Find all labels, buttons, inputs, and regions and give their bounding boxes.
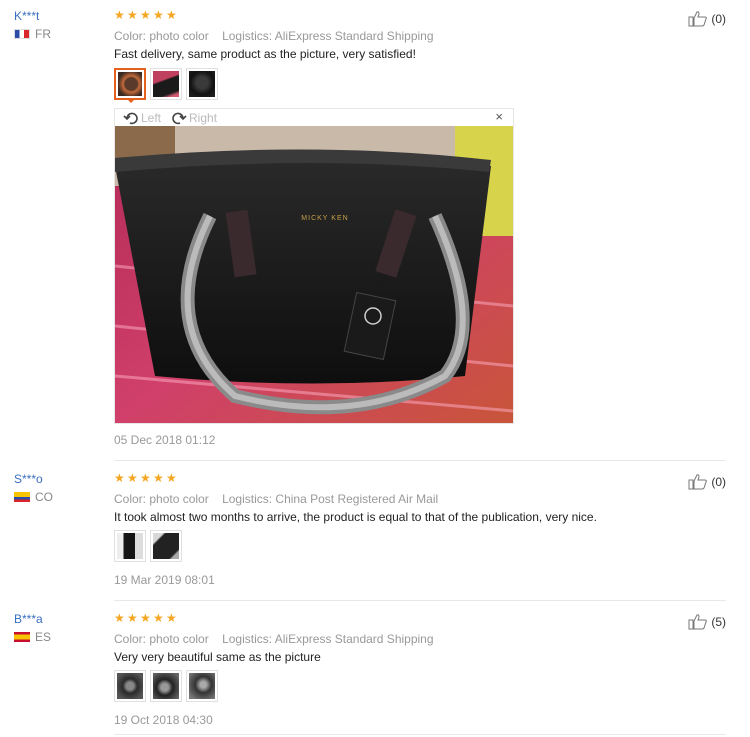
- star-rating: ★ ★ ★ ★ ★: [114, 472, 178, 484]
- color-info: Color: photo color: [114, 492, 209, 506]
- helpful-count: (0): [711, 12, 726, 26]
- star-icon: ★: [140, 8, 151, 22]
- star-icon: ★: [114, 611, 125, 625]
- review-date: 19 Oct 2018 04:30: [114, 713, 213, 727]
- star-icon: ★: [166, 611, 177, 625]
- close-icon[interactable]: ×: [495, 109, 503, 124]
- star-icon: ★: [114, 8, 125, 22]
- selected-thumb-pointer: [126, 98, 136, 103]
- country-code: CO: [35, 490, 53, 504]
- logistics-info: Logistics: China Post Registered Air Mai…: [222, 492, 439, 506]
- logistics-info: Logistics: AliExpress Standard Shipping: [222, 29, 434, 43]
- flag-co-icon: [14, 492, 30, 502]
- thumbs-up-icon: [688, 11, 708, 27]
- review-divider: [114, 600, 726, 601]
- viewer-toolbar: Left Right ×: [115, 109, 513, 126]
- color-info: Color: photo color: [114, 29, 209, 43]
- review-photos: [114, 68, 218, 100]
- country-code: ES: [35, 630, 52, 644]
- color-info: Color: photo color: [114, 632, 209, 646]
- country-code: FR: [35, 27, 51, 41]
- helpful-button[interactable]: (0): [688, 11, 726, 27]
- photo-viewer: Left Right × MICKY KEN: [114, 108, 514, 424]
- handbag-photo: MICKY KEN: [115, 126, 513, 423]
- helpful-count: (5): [711, 615, 726, 629]
- flag-es-icon: [14, 632, 30, 642]
- rotate-right-button[interactable]: Right: [171, 111, 217, 125]
- order-info: Color: photo color Logistics: AliExpress…: [114, 29, 434, 43]
- logistics-info: Logistics: AliExpress Standard Shipping: [222, 632, 434, 646]
- star-icon: ★: [140, 471, 151, 485]
- thumbs-up-icon: [688, 474, 708, 490]
- review-divider: [114, 460, 726, 461]
- review-date: 19 Mar 2019 08:01: [114, 573, 215, 587]
- rotate-right-icon: [172, 112, 187, 124]
- star-rating: ★ ★ ★ ★ ★: [114, 612, 178, 624]
- star-icon: ★: [127, 8, 138, 22]
- review-text: Very very beautiful same as the picture: [114, 650, 321, 664]
- review-divider: [114, 734, 726, 735]
- thumbs-up-icon: [688, 614, 708, 630]
- reviewer-name[interactable]: S***o: [14, 472, 43, 486]
- star-icon: ★: [166, 8, 177, 22]
- flag-fr-icon: [14, 29, 30, 39]
- rotate-left-button[interactable]: Left: [123, 111, 161, 125]
- star-icon: ★: [153, 8, 164, 22]
- review-date: 05 Dec 2018 01:12: [114, 433, 216, 447]
- bag-brand-label: MICKY KEN: [301, 215, 348, 222]
- reviewer-country: CO: [14, 490, 53, 504]
- review-photo-thumb[interactable]: [150, 530, 182, 562]
- helpful-count: (0): [711, 475, 726, 489]
- order-info: Color: photo color Logistics: China Post…: [114, 492, 438, 506]
- review-photo-large: MICKY KEN: [115, 126, 513, 423]
- review-text: Fast delivery, same product as the pictu…: [114, 47, 416, 61]
- review-photo-thumb[interactable]: [150, 670, 182, 702]
- star-icon: ★: [114, 471, 125, 485]
- review-photo-thumb[interactable]: [114, 68, 146, 100]
- star-icon: ★: [140, 611, 151, 625]
- review-photo-thumb[interactable]: [186, 670, 218, 702]
- reviewer-name[interactable]: B***a: [14, 612, 43, 626]
- star-icon: ★: [153, 471, 164, 485]
- review-photo-thumb[interactable]: [186, 68, 218, 100]
- star-rating: ★ ★ ★ ★ ★: [114, 9, 178, 21]
- rotate-left-icon: [123, 112, 138, 124]
- star-icon: ★: [127, 471, 138, 485]
- reviewer-country: FR: [14, 27, 51, 41]
- star-icon: ★: [153, 611, 164, 625]
- reviewer-name[interactable]: K***t: [14, 9, 39, 23]
- review-photo-thumb[interactable]: [150, 68, 182, 100]
- review-text: It took almost two months to arrive, the…: [114, 510, 597, 524]
- order-info: Color: photo color Logistics: AliExpress…: [114, 632, 434, 646]
- review-photos: [114, 670, 218, 702]
- helpful-button[interactable]: (5): [688, 614, 726, 630]
- reviewer-country: ES: [14, 630, 51, 644]
- star-icon: ★: [127, 611, 138, 625]
- review-photo-thumb[interactable]: [114, 670, 146, 702]
- review-photos: [114, 530, 182, 562]
- review-photo-thumb[interactable]: [114, 530, 146, 562]
- helpful-button[interactable]: (0): [688, 474, 726, 490]
- star-icon: ★: [166, 471, 177, 485]
